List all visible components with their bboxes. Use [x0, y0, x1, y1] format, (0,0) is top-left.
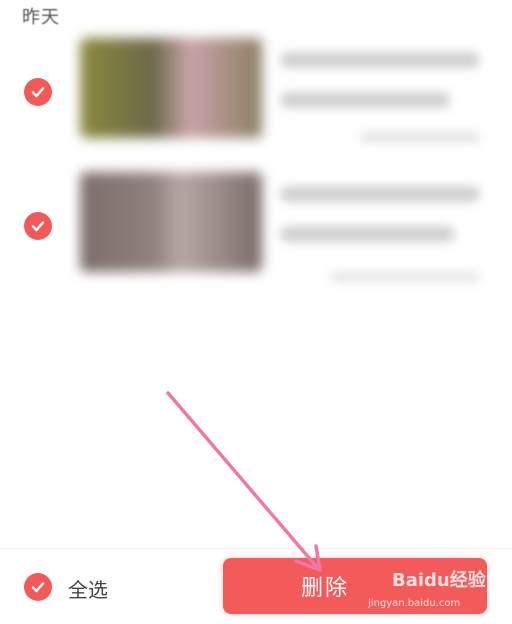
item-checkbox[interactable] — [24, 212, 52, 240]
section-title: 昨天 — [22, 7, 60, 28]
watermark-brand: Baidu经验 — [392, 570, 486, 591]
check-icon — [31, 582, 45, 593]
item-subtitle-blurred — [280, 226, 455, 242]
list-item[interactable] — [0, 160, 512, 290]
footer-divider — [0, 548, 512, 549]
check-icon — [31, 87, 45, 98]
item-subtitle-blurred — [280, 92, 450, 108]
video-thumbnail[interactable] — [80, 38, 262, 138]
select-all-label[interactable]: 全选 — [68, 574, 108, 603]
video-thumbnail[interactable] — [80, 172, 262, 272]
item-title-blurred — [280, 186, 480, 202]
item-checkbox[interactable] — [24, 78, 52, 106]
list-item[interactable] — [0, 28, 512, 158]
item-meta-blurred — [360, 132, 480, 142]
item-title-blurred — [280, 52, 480, 68]
watermark-url: jingyan.baidu.com — [368, 598, 461, 609]
item-meta-blurred — [330, 272, 480, 282]
check-icon — [31, 221, 45, 232]
select-all-checkbox[interactable] — [24, 573, 52, 601]
delete-button-label: 删除 — [300, 576, 349, 601]
